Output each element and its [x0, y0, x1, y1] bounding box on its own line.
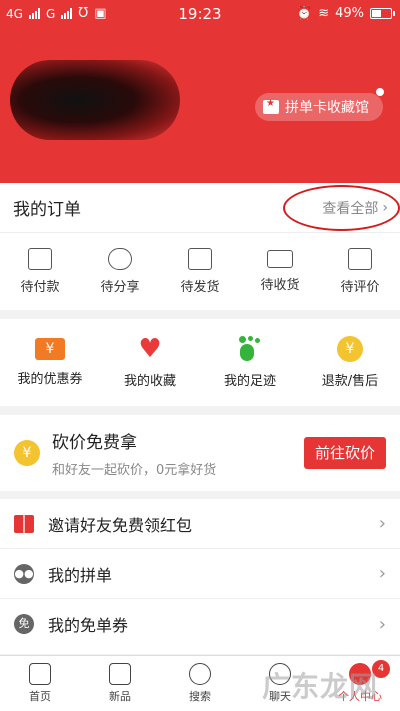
nav-label: 新品	[109, 690, 131, 703]
nav-label: 搜索	[189, 690, 211, 703]
order-status-label: 待收货	[260, 277, 300, 293]
bargain-subtitle: 和好友一起砍价，0元拿好货	[52, 463, 217, 478]
coin-icon: ¥	[14, 440, 40, 466]
orders-panel: 我的订单 查看全部 › 待付款 待分享 待发货 待收货 待评价	[0, 183, 400, 310]
box-icon	[188, 247, 212, 270]
my-group-orders-item[interactable]: ●● 我的拼单 ›	[0, 549, 400, 599]
order-status-pending-share[interactable]: 待分享	[80, 233, 160, 309]
alarm-icon: ⏰	[296, 6, 313, 21]
order-status-label: 待付款	[20, 279, 60, 295]
share-people-icon	[108, 247, 132, 270]
battery-icon	[370, 8, 395, 19]
my-footprints-item[interactable]: 我的足迹	[200, 319, 300, 406]
collection-hall-label: 拼单卡收藏馆	[285, 100, 369, 116]
order-status-pending-payment[interactable]: 待付款	[0, 233, 80, 309]
go-bargain-button[interactable]: 前往砍价	[304, 437, 386, 469]
nav-label: 个人中心	[338, 690, 382, 703]
card-star-icon	[263, 98, 279, 114]
menu-label: 我的免单券	[48, 616, 129, 635]
orders-title: 我的订单	[13, 200, 81, 220]
chevron-right-icon: ›	[378, 563, 386, 584]
service-label: 我的足迹	[223, 374, 276, 389]
wifi-icon: ≋	[318, 6, 330, 21]
order-status-label: 待评价	[340, 279, 380, 295]
nav-label: 首页	[29, 690, 51, 703]
menu-list: 邀请好友免费领红包 › ●● 我的拼单 › 免 我的免单券 ›	[0, 499, 400, 654]
bottom-nav: 首页 新品 搜索 聊天 4 个人中心	[0, 655, 400, 711]
bargain-banner: ¥ 砍价免费拿 和好友一起砍价，0元拿好货 前往砍价	[0, 415, 400, 491]
edit-icon	[348, 247, 372, 270]
annotation-circle	[283, 185, 400, 231]
home-icon	[29, 663, 51, 685]
refund-aftersales-item[interactable]: ¥ 退款/售后	[300, 319, 400, 406]
my-coupons-item[interactable]: ¥ 我的优惠券	[0, 319, 100, 406]
nav-search[interactable]: 搜索	[160, 656, 240, 711]
services-panel: ¥ 我的优惠券 ♥ 我的收藏 我的足迹 ¥ 退款/售后	[0, 319, 400, 406]
notification-dot	[376, 88, 384, 96]
gift-icon	[14, 514, 34, 533]
status-bar: 4G G Ʊ ▣ 19:23 ⏰ ≋ 49%	[0, 0, 400, 30]
wallet-icon	[28, 247, 52, 270]
my-favorites-item[interactable]: ♥ 我的收藏	[100, 319, 200, 406]
nav-chat[interactable]: 聊天	[240, 656, 320, 711]
group-icon: ●●	[14, 563, 34, 584]
order-status-grid: 待付款 待分享 待发货 待收货 待评价	[0, 233, 400, 309]
order-status-label: 待发货	[180, 279, 220, 295]
search-icon	[189, 663, 211, 685]
profile-icon	[349, 663, 371, 685]
notification-badge: 4	[372, 660, 390, 678]
invite-friends-item[interactable]: 邀请好友免费领红包 ›	[0, 499, 400, 549]
bargain-title: 砍价免费拿	[52, 433, 137, 453]
truck-icon	[267, 249, 293, 268]
new-bag-icon	[109, 663, 131, 685]
footprint-icon	[237, 336, 263, 362]
chevron-right-icon: ›	[378, 513, 386, 534]
order-status-pending-review[interactable]: 待评价	[320, 233, 400, 309]
nav-profile[interactable]: 4 个人中心	[320, 656, 400, 711]
nav-new[interactable]: 新品	[80, 656, 160, 711]
chat-icon	[269, 663, 291, 685]
battery-percent: 49%	[335, 6, 364, 21]
collection-hall-button[interactable]: 拼单卡收藏馆	[255, 93, 383, 121]
order-status-pending-shipment[interactable]: 待发货	[160, 233, 240, 309]
my-free-coupons-item[interactable]: 免 我的免单券 ›	[0, 599, 400, 649]
order-status-pending-receipt[interactable]: 待收货	[240, 233, 320, 309]
menu-label: 邀请好友免费领红包	[48, 515, 193, 535]
profile-header: 4G G Ʊ ▣ 19:23 ⏰ ≋ 49% 拼单卡收藏馆	[0, 0, 400, 183]
service-label: 退款/售后	[321, 374, 379, 389]
service-label: 我的优惠券	[17, 372, 83, 387]
chevron-right-icon: ›	[378, 613, 386, 635]
free-coupon-icon: 免	[14, 614, 34, 634]
heart-icon: ♥	[138, 334, 162, 364]
nav-home[interactable]: 首页	[0, 656, 80, 711]
menu-label: 我的拼单	[48, 565, 113, 585]
service-label: 我的收藏	[123, 374, 176, 389]
avatar[interactable]	[10, 60, 180, 140]
order-status-label: 待分享	[100, 279, 140, 295]
nav-label: 聊天	[269, 690, 291, 703]
refund-icon: ¥	[337, 336, 363, 362]
coupon-icon: ¥	[35, 338, 65, 360]
